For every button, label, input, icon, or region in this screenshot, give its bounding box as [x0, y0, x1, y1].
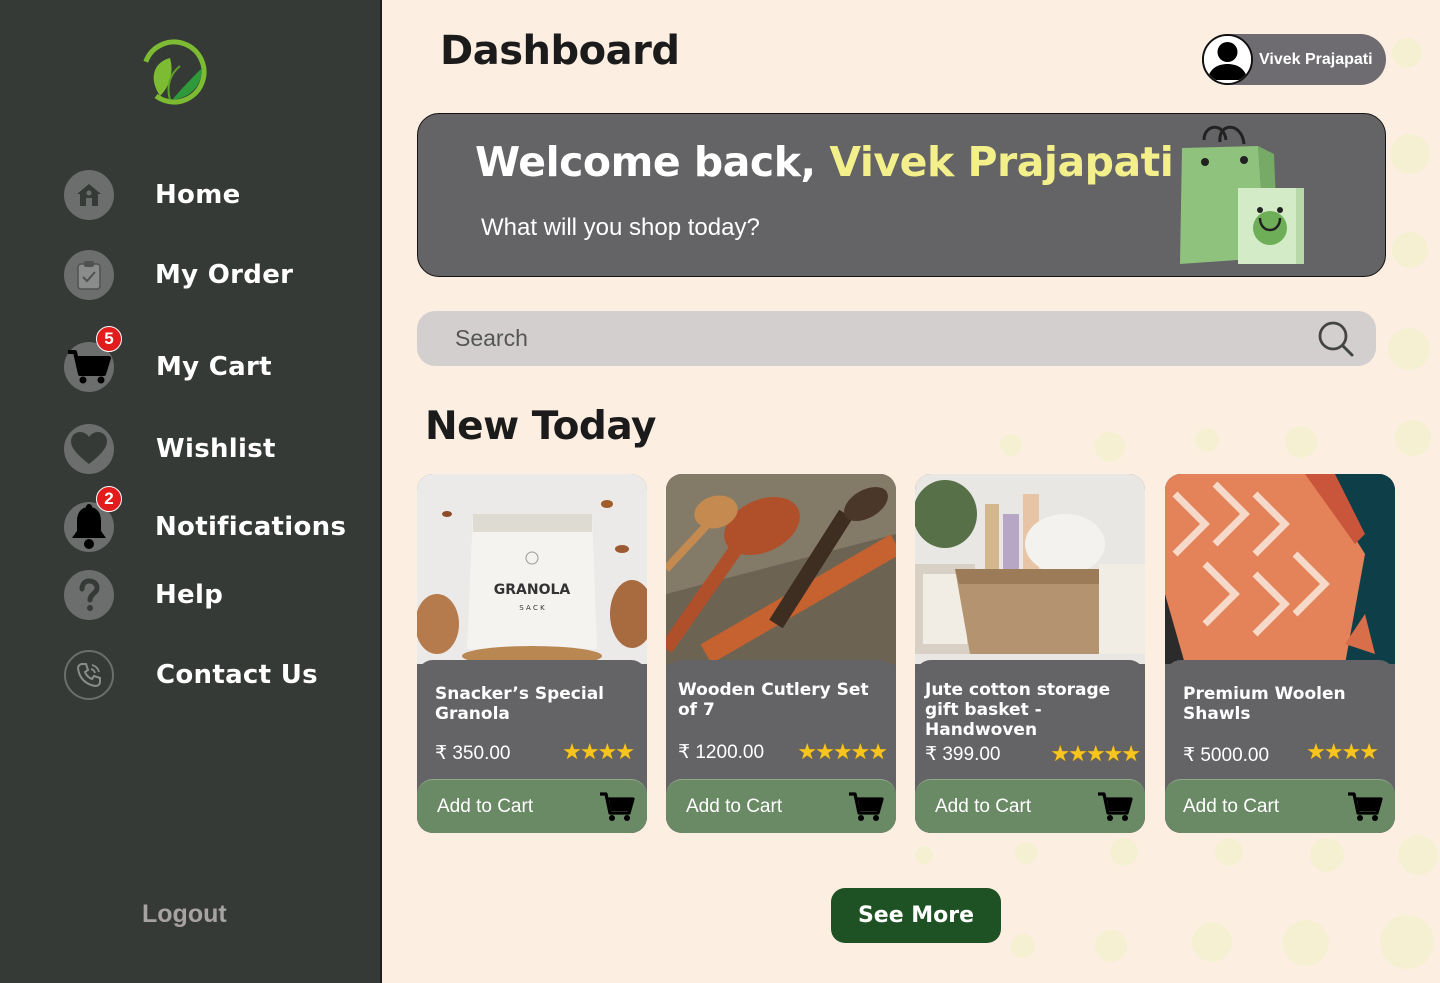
welcome-prefix: Welcome back,: [475, 138, 830, 186]
sidebar: Home My Order 5 My Cart Wishlist 2 Notif…: [0, 0, 382, 983]
page-title: Dashboard: [440, 28, 680, 74]
user-name: Vivek Prajapati: [1259, 50, 1373, 68]
clipboard-check-icon: [64, 250, 114, 300]
see-more-button[interactable]: See More: [831, 888, 1001, 943]
welcome-user-name: Vivek Prajapati: [829, 138, 1174, 186]
section-title: New Today: [425, 404, 656, 449]
bell-icon: 2: [64, 486, 122, 552]
logout-button[interactable]: Logout: [142, 900, 227, 929]
sidebar-item-label: Help: [155, 580, 224, 610]
product-image: [666, 474, 896, 664]
add-to-cart-button[interactable]: Add to Cart: [666, 779, 896, 833]
search-input[interactable]: [417, 325, 1316, 352]
product-rating: ★★★★: [562, 739, 635, 764]
add-to-cart-label: Add to Cart: [935, 795, 1032, 817]
sidebar-item-label: Contact Us: [156, 660, 318, 690]
sidebar-item-help[interactable]: Help: [64, 570, 223, 620]
cart-count-badge: 5: [96, 326, 122, 352]
product-card[interactable]: Premium Woolen Shawls ₹ 5000.00 ★★★★ Add…: [1165, 474, 1395, 833]
product-price: ₹ 350.00: [435, 743, 511, 764]
product-info: Jute cotton storage gift basket - Handwo…: [915, 660, 1145, 833]
sidebar-item-label: Wishlist: [156, 434, 276, 464]
sidebar-item-label: My Order: [155, 260, 294, 290]
welcome-heading: Welcome back, Vivek Prajapati: [475, 138, 1174, 186]
heart-icon: [64, 424, 114, 474]
add-to-cart-label: Add to Cart: [437, 795, 534, 817]
product-info: Premium Woolen Shawls ₹ 5000.00 ★★★★ Add…: [1165, 660, 1395, 833]
sidebar-item-label: Home: [155, 180, 241, 210]
search-bar: [417, 311, 1376, 366]
cart-icon: [600, 791, 635, 821]
product-rating: ★★★★: [1306, 739, 1379, 764]
add-to-cart-button[interactable]: Add to Cart: [417, 779, 647, 833]
sidebar-item-wishlist[interactable]: Wishlist: [64, 424, 276, 474]
product-image: [915, 474, 1145, 664]
question-icon: [64, 570, 114, 620]
shopping-bag-icon: [1180, 125, 1304, 264]
product-rating: ★★★★★: [797, 739, 888, 764]
product-price: ₹ 5000.00: [1183, 745, 1270, 766]
product-price: ₹ 399.00: [925, 744, 1001, 765]
product-card[interactable]: GRANOLA S A C K Snacker’s Special Granol…: [417, 474, 647, 833]
sidebar-item-contact-us[interactable]: Contact Us: [64, 650, 318, 700]
product-name: Wooden Cutlery Set of 7: [678, 680, 869, 720]
product-name: Snacker’s Special Granola: [435, 684, 605, 724]
sidebar-item-home[interactable]: Home: [64, 170, 241, 220]
sidebar-item-my-order[interactable]: My Order: [64, 250, 293, 300]
user-profile-button[interactable]: Vivek Prajapati: [1202, 34, 1386, 85]
product-info: Snacker’s Special Granola ₹ 350.00 ★★★★ …: [417, 660, 647, 833]
product-image: GRANOLA S A C K: [417, 474, 647, 664]
product-card[interactable]: Jute cotton storage gift basket - Handwo…: [915, 474, 1145, 833]
add-to-cart-label: Add to Cart: [686, 795, 783, 817]
search-icon[interactable]: [1316, 319, 1356, 359]
welcome-subtitle: What will you shop today?: [481, 214, 760, 241]
add-to-cart-button[interactable]: Add to Cart: [915, 779, 1145, 833]
product-name: Jute cotton storage gift basket - Handwo…: [925, 680, 1111, 740]
product-name: Premium Woolen Shawls: [1183, 684, 1346, 724]
product-card[interactable]: Wooden Cutlery Set of 7 ₹ 1200.00 ★★★★★ …: [666, 474, 896, 833]
cart-icon: 5: [64, 326, 122, 392]
sidebar-item-label: Notifications: [155, 512, 347, 542]
sidebar-item-my-cart[interactable]: 5 My Cart: [64, 326, 272, 392]
svg-text:GRANOLA: GRANOLA: [494, 582, 571, 598]
add-to-cart-button[interactable]: Add to Cart: [1165, 779, 1395, 833]
notification-count-badge: 2: [96, 486, 122, 512]
cart-icon: [1348, 791, 1383, 821]
leaf-logo-icon[interactable]: [140, 38, 208, 106]
welcome-banner: Welcome back, Vivek Prajapati What will …: [417, 113, 1386, 277]
phone-icon: [64, 650, 114, 700]
product-rating: ★★★★★: [1050, 741, 1141, 766]
cart-icon: [1098, 791, 1133, 821]
svg-text:S A C K: S A C K: [519, 604, 545, 612]
sidebar-item-notifications[interactable]: 2 Notifications: [64, 486, 347, 552]
sidebar-item-label: My Cart: [156, 352, 272, 382]
product-price: ₹ 1200.00: [678, 742, 765, 763]
cart-icon: [849, 791, 884, 821]
product-image: [1165, 474, 1395, 664]
product-info: Wooden Cutlery Set of 7 ₹ 1200.00 ★★★★★ …: [666, 660, 896, 833]
add-to-cart-label: Add to Cart: [1183, 795, 1280, 817]
avatar-icon: [1202, 34, 1253, 85]
home-icon: [64, 170, 114, 220]
